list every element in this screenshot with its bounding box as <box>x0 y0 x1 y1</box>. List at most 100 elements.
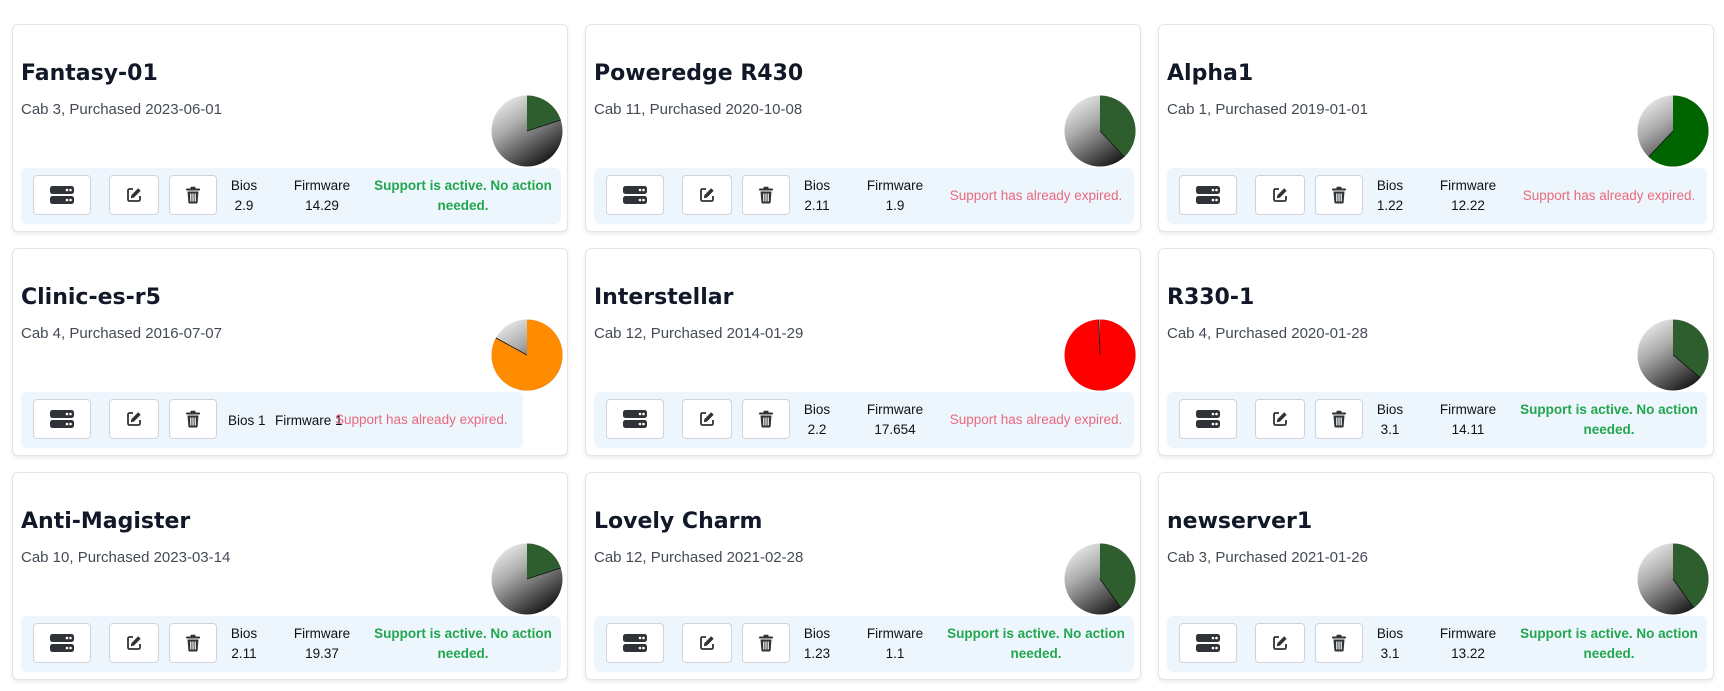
server-details-button[interactable] <box>33 623 91 663</box>
server-name: Anti-Magister <box>21 509 191 534</box>
firmware-info: Firmware 14.29 <box>283 176 361 216</box>
bios-info: Bios 3.1 <box>1365 624 1415 664</box>
server-details-button[interactable] <box>33 175 91 215</box>
server-icon[interactable] <box>1195 185 1221 205</box>
server-icon[interactable] <box>622 185 648 205</box>
delete-server-button[interactable] <box>1315 175 1363 215</box>
support-status: Support is active. No action needed. <box>947 626 1125 661</box>
edit-icon[interactable] <box>125 410 143 428</box>
trash-icon[interactable] <box>1331 634 1347 652</box>
support-pie-chart <box>1064 319 1136 391</box>
server-details-button[interactable] <box>606 399 664 439</box>
support-pie-chart <box>1637 319 1709 391</box>
edit-server-button[interactable] <box>682 175 732 215</box>
server-card: Interstellar Cab 12, Purchased 2014-01-29… <box>585 248 1141 456</box>
firmware-version: 12.22 <box>1451 198 1485 213</box>
delete-server-button[interactable] <box>742 399 790 439</box>
firmware-info: Firmware 1 <box>275 400 343 440</box>
bios-version: 2.9 <box>234 198 254 213</box>
server-details-button[interactable] <box>1179 175 1237 215</box>
server-info-panel: Bios 3.1 Firmware 13.22 Support is active. N… <box>1167 616 1707 672</box>
edit-icon[interactable] <box>125 634 143 652</box>
server-location-purchase: Cab 10, Purchased 2023-03-14 <box>21 549 231 566</box>
delete-server-button[interactable] <box>742 623 790 663</box>
server-info-panel: Bios 2.9 Firmware 14.29 Support is active. N… <box>21 168 561 224</box>
server-icon[interactable] <box>622 409 648 429</box>
edit-icon[interactable] <box>1271 186 1289 204</box>
bios-label: Bios <box>803 178 831 193</box>
bios-info: Bios 2.9 <box>219 176 269 216</box>
edit-server-button[interactable] <box>109 175 159 215</box>
trash-icon[interactable] <box>1331 410 1347 428</box>
server-name: Lovely Charm <box>594 509 763 534</box>
edit-server-button[interactable] <box>1255 623 1305 663</box>
edit-icon[interactable] <box>698 186 716 204</box>
server-info-panel: Bios 2.11 Firmware 19.37 Support is active. … <box>21 616 561 672</box>
trash-icon[interactable] <box>185 186 201 204</box>
firmware-info: Firmware 14.11 <box>1429 400 1507 440</box>
server-details-button[interactable] <box>1179 623 1237 663</box>
support-pie-chart <box>1064 95 1136 167</box>
firmware-label: Firmware <box>275 412 332 428</box>
support-status: Support has already expired. <box>949 412 1123 427</box>
delete-server-button[interactable] <box>169 623 217 663</box>
trash-icon[interactable] <box>185 410 201 428</box>
edit-server-button[interactable] <box>109 623 159 663</box>
server-icon[interactable] <box>49 633 75 653</box>
firmware-version: 13.22 <box>1451 646 1485 661</box>
bios-info: Bios 2.2 <box>792 400 842 440</box>
trash-icon[interactable] <box>758 410 774 428</box>
support-pie-chart <box>491 319 563 391</box>
delete-server-button[interactable] <box>169 399 217 439</box>
server-details-button[interactable] <box>33 399 91 439</box>
support-status: Support is active. No action needed. <box>1520 402 1698 437</box>
edit-icon[interactable] <box>698 634 716 652</box>
edit-server-button[interactable] <box>1255 175 1305 215</box>
firmware-label: Firmware <box>293 178 351 193</box>
firmware-label: Firmware <box>1439 178 1497 193</box>
bios-version: 3.1 <box>1380 646 1400 661</box>
edit-icon[interactable] <box>698 410 716 428</box>
server-icon[interactable] <box>622 633 648 653</box>
firmware-info: Firmware 12.22 <box>1429 176 1507 216</box>
server-card: Fantasy-01 Cab 3, Purchased 2023-06-01 Bio… <box>12 24 568 232</box>
server-details-button[interactable] <box>1179 399 1237 439</box>
bios-version: 2.11 <box>231 646 257 661</box>
trash-icon[interactable] <box>1331 186 1347 204</box>
server-info-panel: Bios 1.22 Firmware 12.22 Support has already… <box>1167 168 1707 224</box>
server-details-button[interactable] <box>606 175 664 215</box>
trash-icon[interactable] <box>758 186 774 204</box>
edit-server-button[interactable] <box>682 399 732 439</box>
trash-icon[interactable] <box>185 634 201 652</box>
server-icon[interactable] <box>49 185 75 205</box>
server-info-panel: Bios 3.1 Firmware 14.11 Support is active. N… <box>1167 392 1707 448</box>
server-details-button[interactable] <box>606 623 664 663</box>
trash-icon[interactable] <box>758 634 774 652</box>
server-icon[interactable] <box>1195 633 1221 653</box>
edit-server-button[interactable] <box>1255 399 1305 439</box>
edit-icon[interactable] <box>1271 634 1289 652</box>
bios-info: Bios 1 <box>228 400 266 440</box>
server-icon[interactable] <box>1195 409 1221 429</box>
delete-server-button[interactable] <box>742 175 790 215</box>
server-icon[interactable] <box>49 409 75 429</box>
bios-label: Bios <box>1376 402 1404 417</box>
server-card: newserver1 Cab 3, Purchased 2021-01-26 Bio… <box>1158 472 1714 680</box>
server-name: newserver1 <box>1167 509 1313 534</box>
firmware-info: Firmware 1.1 <box>856 624 934 664</box>
support-pie-chart <box>491 543 563 615</box>
edit-server-button[interactable] <box>682 623 732 663</box>
edit-icon[interactable] <box>125 186 143 204</box>
edit-server-button[interactable] <box>109 399 159 439</box>
firmware-label: Firmware <box>866 178 924 193</box>
server-info-panel: Bios 1.23 Firmware 1.1 Support is active. No… <box>594 616 1134 672</box>
bios-label: Bios <box>230 626 258 641</box>
delete-server-button[interactable] <box>1315 623 1363 663</box>
delete-server-button[interactable] <box>1315 399 1363 439</box>
server-info-panel: Bios 2.11 Firmware 1.9 Support has already e… <box>594 168 1134 224</box>
server-name: Interstellar <box>594 285 734 310</box>
bios-label: Bios <box>803 402 831 417</box>
edit-icon[interactable] <box>1271 410 1289 428</box>
delete-server-button[interactable] <box>169 175 217 215</box>
bios-info: Bios 2.11 <box>219 624 269 664</box>
